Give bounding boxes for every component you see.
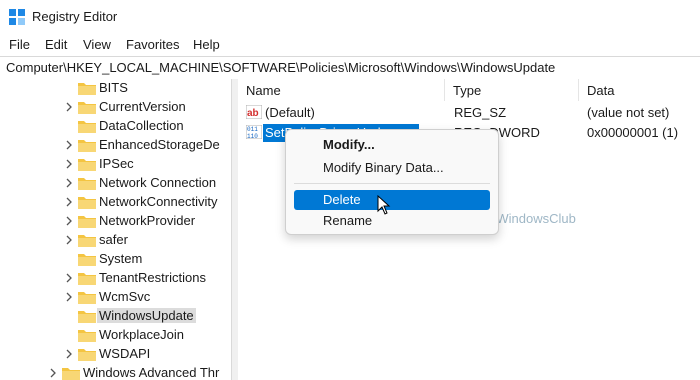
- tree-item-label: System: [99, 251, 143, 266]
- tree-item[interactable]: WSDAPI: [0, 345, 231, 364]
- tree-item[interactable]: Windows Advanced Thr: [0, 364, 231, 380]
- folder-icon: [78, 349, 96, 361]
- string-value-icon: ab: [246, 105, 262, 119]
- chevron-right-icon[interactable]: [64, 178, 74, 188]
- menu-favorites[interactable]: Favorites: [126, 37, 179, 52]
- menu-bar: File Edit View Favorites Help: [0, 34, 700, 56]
- chevron-right-icon[interactable]: [64, 197, 74, 207]
- value-data: 0x00000001 (1): [587, 125, 679, 140]
- key-tree[interactable]: BITS CurrentVersion DataCollection Enhanced…: [0, 79, 231, 380]
- tree-item[interactable]: TenantRestrictions: [0, 269, 231, 288]
- tree-item[interactable]: CurrentVersion: [0, 98, 231, 117]
- tree-item[interactable]: NetworkConnectivity: [0, 193, 231, 212]
- folder-icon: [78, 330, 96, 342]
- menu-edit[interactable]: Edit: [45, 37, 67, 52]
- chevron-right-icon[interactable]: [64, 159, 74, 169]
- folder-icon: [78, 273, 96, 285]
- tree-item-label: WcmSvc: [99, 289, 151, 304]
- tree-item-label: EnhancedStorageDe: [99, 137, 220, 152]
- tree-item-label: WSDAPI: [99, 346, 151, 361]
- tree-item[interactable]: DataCollection: [0, 117, 231, 136]
- value-data: (value not set): [587, 105, 670, 120]
- chevron-right-icon[interactable]: [64, 102, 74, 112]
- tree-item-label: Windows Advanced Thr: [83, 365, 220, 380]
- folder-icon: [78, 311, 96, 323]
- address-path[interactable]: Computer\HKEY_LOCAL_MACHINE\SOFTWARE\Pol…: [6, 60, 555, 75]
- folder-icon: [78, 159, 96, 171]
- tree-item[interactable]: EnhancedStorageDe: [0, 136, 231, 155]
- menu-file[interactable]: File: [9, 37, 30, 52]
- folder-icon: [62, 368, 80, 380]
- chevron-right-icon[interactable]: [64, 140, 74, 150]
- svg-text:110: 110: [247, 133, 258, 139]
- menu-divider: [294, 183, 490, 184]
- tree-item-label: Network Connection: [99, 175, 217, 190]
- title-bar: Registry Editor: [0, 0, 700, 34]
- context-modify[interactable]: Modify...: [294, 135, 490, 155]
- tree-item[interactable]: IPSec: [0, 155, 231, 174]
- tree-item[interactable]: Network Connection: [0, 174, 231, 193]
- tree-item[interactable]: WorkplaceJoin: [0, 326, 231, 345]
- column-header-name[interactable]: Name: [238, 79, 444, 101]
- svg-text:011: 011: [247, 126, 258, 133]
- tree-item[interactable]: safer: [0, 231, 231, 250]
- folder-icon: [78, 140, 96, 152]
- chevron-right-icon[interactable]: [64, 273, 74, 283]
- folder-icon: [78, 102, 96, 114]
- tree-item-label: safer: [99, 232, 128, 247]
- folder-icon: [78, 216, 96, 228]
- tree-item[interactable]: System: [0, 250, 231, 269]
- context-modify-binary[interactable]: Modify Binary Data...: [294, 158, 490, 178]
- chevron-right-icon[interactable]: [64, 349, 74, 359]
- window-title: Registry Editor: [32, 9, 118, 24]
- chevron-right-icon[interactable]: [64, 216, 74, 226]
- column-header-type[interactable]: Type: [445, 79, 578, 101]
- folder-icon: [78, 121, 96, 133]
- folder-icon: [78, 254, 96, 266]
- folder-icon: [78, 235, 96, 247]
- tree-item-label: WindowsUpdate: [97, 308, 196, 323]
- chevron-right-icon[interactable]: [48, 368, 58, 378]
- folder-icon: [78, 178, 96, 190]
- tree-item-label: CurrentVersion: [99, 99, 186, 114]
- value-type: REG_SZ: [454, 105, 507, 120]
- folder-icon: [78, 197, 96, 209]
- column-header-data[interactable]: Data: [579, 79, 700, 101]
- address-bar[interactable]: Computer\HKEY_LOCAL_MACHINE\SOFTWARE\Pol…: [0, 56, 700, 80]
- tree-item-label: NetworkConnectivity: [99, 194, 218, 209]
- chevron-right-icon[interactable]: [64, 235, 74, 245]
- value-name: (Default): [265, 105, 315, 120]
- tree-item[interactable]: WcmSvc: [0, 288, 231, 307]
- mouse-cursor-icon: [377, 195, 391, 215]
- menu-help[interactable]: Help: [193, 37, 220, 52]
- binary-value-icon: 011 110: [246, 125, 262, 139]
- menu-view[interactable]: View: [83, 37, 111, 52]
- svg-text:ab: ab: [247, 108, 259, 119]
- context-menu: Modify... Modify Binary Data... Delete R…: [285, 129, 499, 235]
- tree-item[interactable]: BITS: [0, 79, 231, 98]
- tree-item-label: WorkplaceJoin: [99, 327, 185, 342]
- tree-item-label: BITS: [99, 80, 128, 95]
- folder-icon: [78, 292, 96, 304]
- registry-editor-icon: [9, 9, 25, 25]
- tree-item[interactable]: WindowsUpdate: [0, 307, 231, 326]
- tree-item-label: TenantRestrictions: [99, 270, 206, 285]
- tree-item[interactable]: NetworkProvider: [0, 212, 231, 231]
- context-delete[interactable]: Delete: [294, 190, 490, 210]
- tree-item-label: DataCollection: [99, 118, 184, 133]
- context-rename[interactable]: Rename: [294, 211, 490, 231]
- folder-icon: [78, 83, 96, 95]
- tree-item-label: IPSec: [99, 156, 134, 171]
- tree-item-label: NetworkProvider: [99, 213, 196, 228]
- chevron-right-icon[interactable]: [64, 292, 74, 302]
